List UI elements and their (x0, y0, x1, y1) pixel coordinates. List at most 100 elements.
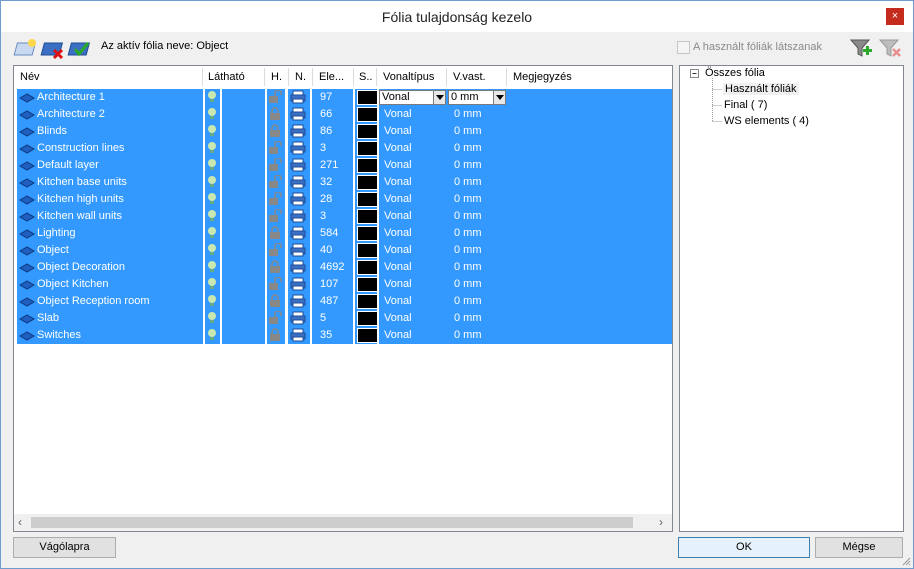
linetype-value[interactable]: Vonal (384, 193, 412, 205)
lock-icon[interactable] (268, 310, 282, 328)
printer-icon[interactable] (290, 260, 306, 277)
lock-icon[interactable] (268, 157, 282, 175)
color-swatch[interactable] (357, 124, 379, 139)
lock-icon[interactable] (268, 260, 282, 277)
printer-icon[interactable] (290, 294, 306, 311)
table-row[interactable]: Kitchen wall units 3 Vonal 0 mm (17, 208, 672, 225)
linewidth-value[interactable]: 0 mm (454, 278, 482, 290)
printer-icon[interactable] (290, 158, 306, 175)
layer-filter-tree[interactable]: Összes fólia Használt fóliák Final ( 7) … (679, 65, 904, 532)
tree-node-ws-elements[interactable]: WS elements ( 4) (724, 115, 809, 127)
col-divider[interactable] (376, 68, 377, 86)
lock-icon[interactable] (268, 208, 282, 226)
layer-name[interactable]: Kitchen high units (37, 193, 124, 205)
resize-grip-icon[interactable] (901, 556, 911, 566)
visible-bulb-icon[interactable] (207, 107, 217, 124)
visible-bulb-icon[interactable] (207, 192, 217, 209)
printer-icon[interactable] (290, 175, 306, 192)
col-print[interactable]: N. (295, 71, 306, 83)
col-elements[interactable]: Ele... (319, 71, 344, 83)
col-name[interactable]: Név (20, 71, 40, 83)
col-divider[interactable] (353, 68, 354, 86)
add-filter-icon[interactable] (849, 36, 873, 60)
linetype-value[interactable]: Vonal (384, 159, 412, 171)
color-swatch[interactable] (357, 328, 379, 343)
color-swatch[interactable] (357, 209, 379, 224)
lock-icon[interactable] (268, 242, 282, 260)
table-row[interactable]: Object Reception room 487 Vonal 0 mm (17, 293, 672, 310)
visible-bulb-icon[interactable] (207, 260, 217, 277)
printer-icon[interactable] (290, 141, 306, 158)
visible-bulb-icon[interactable] (207, 158, 217, 175)
visible-bulb-icon[interactable] (207, 277, 217, 294)
printer-icon[interactable] (290, 311, 306, 328)
lock-icon[interactable] (268, 294, 282, 311)
linetype-select[interactable]: Vonal (379, 90, 446, 105)
close-button[interactable]: × (886, 8, 904, 25)
lock-icon[interactable] (268, 174, 282, 192)
used-layers-checkbox[interactable] (677, 41, 690, 54)
linetype-value[interactable]: Vonal (384, 244, 412, 256)
delete-layer-icon[interactable] (40, 37, 64, 61)
table-row[interactable]: Construction lines 3 Vonal 0 mm (17, 140, 672, 157)
linewidth-value[interactable]: 0 mm (454, 227, 482, 239)
col-linewidth[interactable]: V.vast. (453, 71, 486, 83)
linetype-value[interactable]: Vonal (384, 108, 412, 120)
table-row[interactable]: Slab 5 Vonal 0 mm (17, 310, 672, 327)
layer-name[interactable]: Kitchen base units (37, 176, 127, 188)
color-swatch[interactable] (357, 141, 379, 156)
visible-bulb-icon[interactable] (207, 226, 217, 243)
printer-icon[interactable] (290, 107, 306, 124)
col-color[interactable]: S.. (359, 71, 372, 83)
layer-name[interactable]: Default layer (37, 159, 99, 171)
linewidth-value[interactable]: 0 mm (454, 108, 482, 120)
linewidth-value[interactable]: 0 mm (454, 244, 482, 256)
col-divider[interactable] (446, 68, 447, 86)
color-swatch[interactable] (357, 243, 379, 258)
printer-icon[interactable] (290, 243, 306, 260)
linewidth-value[interactable]: 0 mm (454, 329, 482, 341)
ok-button[interactable]: OK (678, 537, 810, 558)
linewidth-value[interactable]: 0 mm (454, 142, 482, 154)
color-swatch[interactable] (357, 294, 379, 309)
linetype-value[interactable]: Vonal (384, 295, 412, 307)
col-divider[interactable] (202, 68, 203, 86)
clipboard-button[interactable]: Vágólapra (13, 537, 116, 558)
table-row[interactable]: Object 40 Vonal 0 mm (17, 242, 672, 259)
linetype-value[interactable]: Vonal (384, 142, 412, 154)
visible-bulb-icon[interactable] (207, 311, 217, 328)
linewidth-value[interactable]: 0 mm (454, 210, 482, 222)
dropdown-arrow-icon[interactable] (493, 91, 505, 104)
layer-name[interactable]: Blinds (37, 125, 67, 137)
layer-name[interactable]: Architecture 1 (37, 91, 105, 103)
color-swatch[interactable] (357, 175, 379, 190)
table-row[interactable]: Blinds 86 Vonal 0 mm (17, 123, 672, 140)
table-row[interactable]: Switches 35 Vonal 0 mm (17, 327, 672, 344)
printer-icon[interactable] (290, 192, 306, 209)
col-visible[interactable]: Látható (208, 71, 245, 83)
col-divider[interactable] (264, 68, 265, 86)
lock-icon[interactable] (268, 89, 282, 107)
layer-name[interactable]: Object (37, 244, 69, 256)
lock-icon[interactable] (268, 226, 282, 243)
linetype-value[interactable]: Vonal (384, 176, 412, 188)
linewidth-value[interactable]: 0 mm (454, 193, 482, 205)
linewidth-value[interactable]: 0 mm (454, 261, 482, 273)
linetype-value[interactable]: Vonal (384, 125, 412, 137)
linetype-value[interactable]: Vonal (384, 210, 412, 222)
linewidth-select[interactable]: 0 mm (448, 90, 506, 105)
layer-name[interactable]: Lighting (37, 227, 76, 239)
table-row[interactable]: Kitchen high units 28 Vonal 0 mm (17, 191, 672, 208)
color-swatch[interactable] (357, 226, 379, 241)
visible-bulb-icon[interactable] (207, 243, 217, 260)
layer-name[interactable]: Object Kitchen (37, 278, 109, 290)
lock-icon[interactable] (268, 107, 282, 124)
linetype-value[interactable]: Vonal (384, 261, 412, 273)
cancel-button[interactable]: Mégse (815, 537, 903, 558)
table-row[interactable]: Lighting 584 Vonal 0 mm (17, 225, 672, 242)
linetype-value[interactable]: Vonal (384, 329, 412, 341)
linetype-value[interactable]: Vonal (384, 278, 412, 290)
printer-icon[interactable] (290, 226, 306, 243)
tree-node-final[interactable]: Final ( 7) (724, 99, 767, 111)
printer-icon[interactable] (290, 209, 306, 226)
